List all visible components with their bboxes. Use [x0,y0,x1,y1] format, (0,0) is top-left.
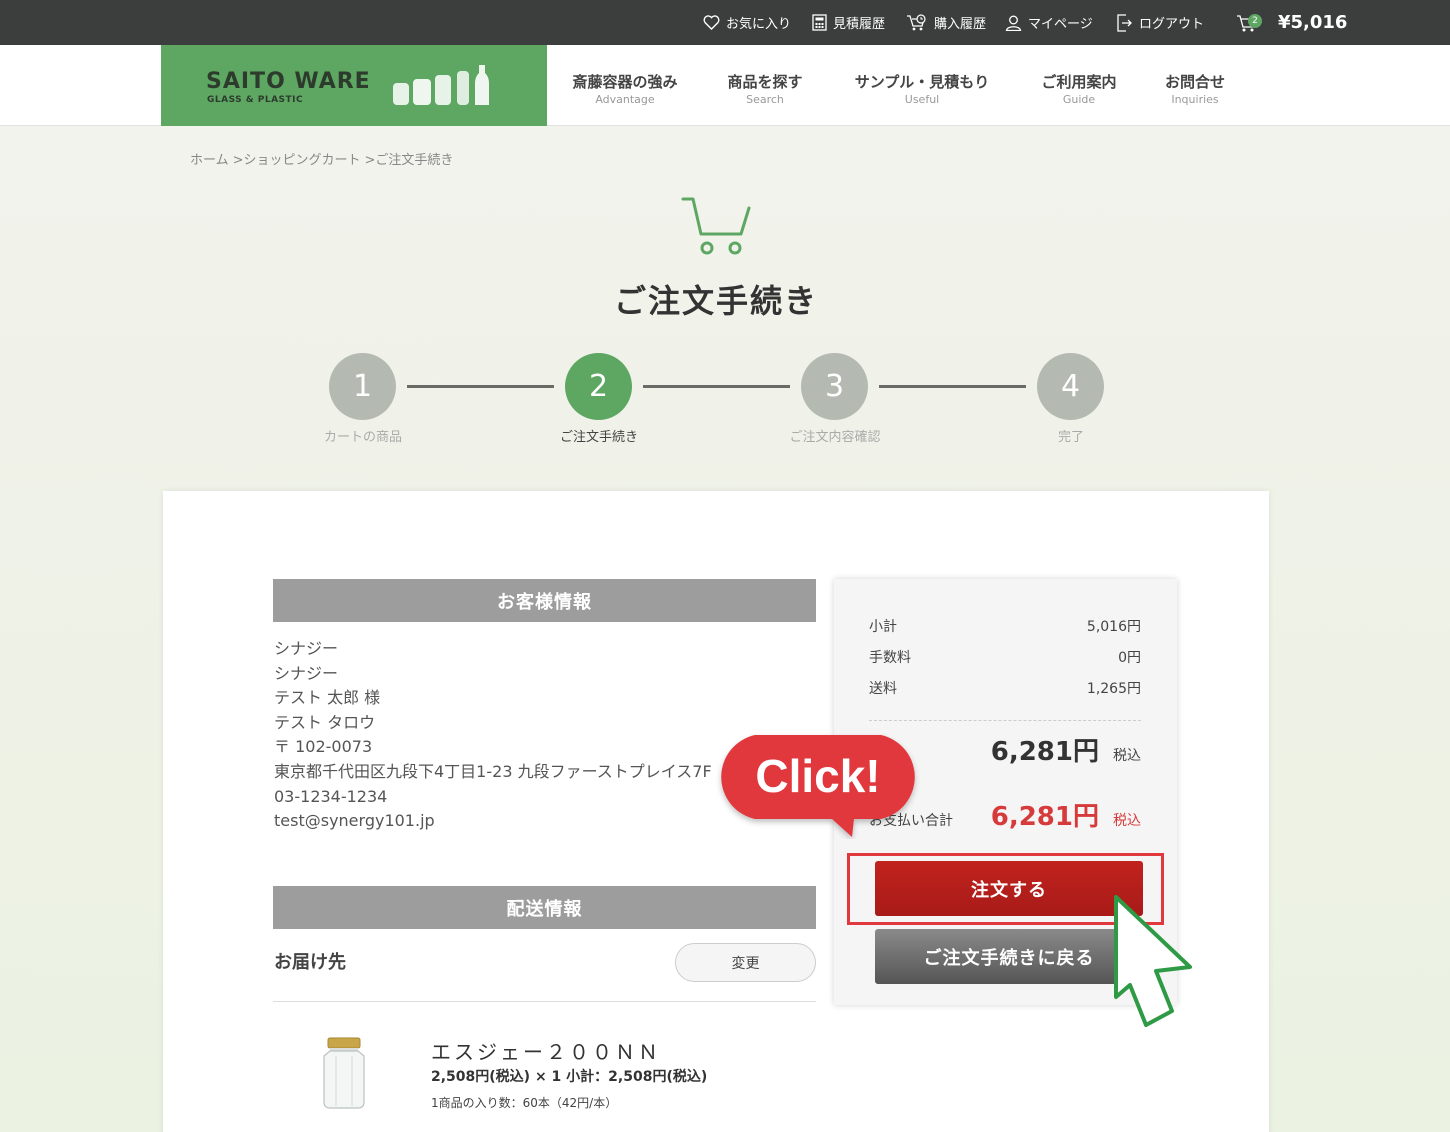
cart-clock-icon [907,13,926,30]
nav-inquiries[interactable]: お問合せ Inquiries [1160,71,1230,106]
heart-icon [703,15,720,30]
nav-search-label: 商品を探す [727,73,803,91]
customer-name: テスト 太郎 様 [274,688,381,708]
fee-value: 0円 [1118,650,1141,666]
bottles-illustration [393,65,489,105]
customer-phone: 03-1234-1234 [274,786,388,806]
product-quantity-info: 1商品の入り数：60本（42円/本） [431,1096,618,1110]
summary-divider [869,720,1141,721]
nav-guide-label: ご利用案内 [1041,73,1117,91]
site-header: SAITO WARE GLASS & PLASTIC 斎藤容器の強み Advan… [0,45,1450,126]
step-4: 4 [1037,353,1104,420]
destination-label: お届け先 [274,952,346,973]
payment-total-value: 6,281円 [990,802,1099,832]
subtotal-value: 5,016円 [1086,619,1141,635]
shipping-value: 1,265円 [1086,681,1141,697]
customer-name-kana: テスト タロウ [274,712,376,732]
step-3-label: ご注文内容確認 [789,430,881,445]
quote-history-label: 見積履歴 [833,17,886,32]
back-to-checkout-button[interactable]: ご注文手続きに戻る [875,929,1143,984]
step-4-label: 完了 [1057,430,1084,445]
mypage-label: マイページ [1028,17,1093,32]
nav-guide[interactable]: ご利用案内 Guide [1036,71,1122,106]
step-connector [407,385,554,388]
nav-sample-en: Useful [904,93,940,106]
shipping-row: 送料 1,265円 [869,678,1141,698]
step-connector [643,385,790,388]
change-destination-button[interactable]: 変更 [675,943,816,982]
customer-info: シナジー シナジー テスト 太郎 様 テスト タロウ 〒 102-0073 東京… [274,637,712,834]
nav-sample[interactable]: サンプル・見積もり Useful [847,71,997,106]
breadcrumb: ホーム >ショッピングカート >ご注文手続き [190,149,453,168]
cart-total: ¥5,016 [1278,12,1348,33]
step-2-active: 2 [565,353,632,420]
top-bar: お気に入り 見積履歴 購入履歴 マイページ ログアウト ¥5,016 2 [0,0,1450,45]
customer-postal: 〒 102-0073 [274,737,373,757]
purchase-history-link[interactable]: 購入履歴 [906,0,986,45]
nav-inquiries-en: Inquiries [1171,93,1219,106]
customer-address: 東京都千代田区九段下4丁目1-23 九段ファーストプレイス7F [274,761,712,781]
calculator-icon [812,14,827,31]
step-1-label: カートの商品 [323,430,402,445]
breadcrumb-cart[interactable]: >ショッピングカート [233,149,361,168]
nav-advantage-en: Advantage [595,93,655,106]
step-2-label: ご注文手続き [559,430,638,445]
user-icon [1005,15,1022,31]
hand-pointer-arrow-icon [1114,895,1192,1027]
nav-inquiries-label: お問合せ [1164,73,1225,91]
fee-row: 手数料 0円 [869,647,1141,667]
fee-label: 手数料 [869,650,911,666]
step-3: 3 [801,353,868,420]
shipping-label: 送料 [869,681,897,697]
logout-icon [1117,13,1132,32]
total-tax-label: 税込 [1113,748,1141,764]
place-order-button[interactable]: 注文する [875,861,1143,916]
cart-count-badge: 2 [1248,14,1262,28]
product-price: 2,508円(税込) × 1 小計：2,508円(税込) [431,1069,708,1085]
step-connector [879,385,1026,388]
total-value: 6,281円 [990,737,1099,767]
click-callout-text: Click! [755,750,881,802]
divider [273,1001,816,1002]
nav-guide-en: Guide [1062,93,1096,106]
breadcrumb-current: >ご注文手続き [364,153,454,168]
step-1: 1 [329,353,396,420]
site-logo[interactable]: SAITO WARE GLASS & PLASTIC [161,45,547,126]
page-title: ご注文手続き [613,282,818,320]
subtotal-row: 小計 5,016円 [869,616,1141,636]
payment-tax-label: 税込 [1113,813,1141,829]
nav-advantage[interactable]: 斎藤容器の強み Advantage [567,71,683,106]
breadcrumb-home[interactable]: ホーム [190,149,229,168]
logout-link[interactable]: ログアウト [1116,0,1204,45]
nav-sample-label: サンプル・見積もり [854,73,990,91]
customer-info-heading: お客様情報 [273,579,816,622]
logo-subtitle: GLASS & PLASTIC [207,95,304,105]
product-jar-image [323,1037,365,1109]
purchase-history-label: 購入履歴 [934,17,987,32]
nav-search[interactable]: 商品を探す Search [722,71,808,106]
favorites-label: お気に入り [726,17,792,32]
favorites-link[interactable]: お気に入り [703,0,791,45]
nav-advantage-label: 斎藤容器の強み [572,73,678,91]
customer-company-kana: シナジー [274,663,339,683]
mypage-link[interactable]: マイページ [1005,0,1093,45]
quote-history-link[interactable]: 見積履歴 [812,0,885,45]
delivery-info-heading: 配送情報 [273,886,816,929]
product-name: エスジェー２００ＮＮ [431,1040,661,1064]
customer-email: test@synergy101.jp [274,811,435,831]
customer-company: シナジー [274,639,339,658]
nav-search-en: Search [746,93,784,106]
subtotal-label: 小計 [869,619,897,635]
logout-label: ログアウト [1139,17,1205,32]
cart-hero-icon [681,197,751,255]
logo-brand: SAITO WARE [206,69,371,94]
